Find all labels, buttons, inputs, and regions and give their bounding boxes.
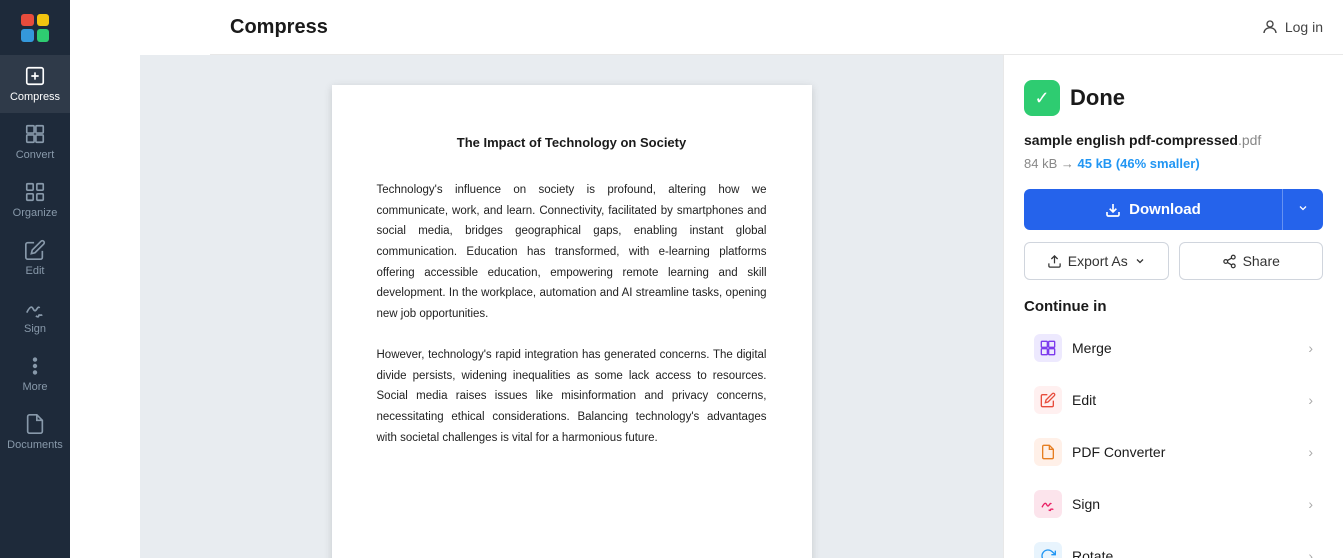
done-header: ✓ Done xyxy=(1024,80,1323,116)
sidebar-item-edit-label: Edit xyxy=(26,265,45,277)
sidebar-item-convert[interactable]: Convert xyxy=(0,113,70,171)
continue-item-edit[interactable]: Edit › xyxy=(1024,375,1323,425)
sidebar-item-edit[interactable]: Edit xyxy=(0,229,70,287)
login-button[interactable]: Log in xyxy=(1261,18,1323,36)
download-label: Download xyxy=(1129,201,1201,218)
sign-icon xyxy=(24,297,46,319)
login-label: Log in xyxy=(1285,19,1323,35)
continue-item-pdf-converter[interactable]: PDF Converter › xyxy=(1024,427,1323,477)
pdf-paragraph-1: Technology's influence on society is pro… xyxy=(377,180,767,325)
edit-continue-label: Edit xyxy=(1072,392,1298,408)
sidebar-item-organize-label: Organize xyxy=(13,207,58,219)
pdf-converter-icon xyxy=(1034,438,1062,466)
chevron-down-icon xyxy=(1297,202,1309,214)
rotate-arrow: › xyxy=(1308,548,1313,558)
merge-icon xyxy=(1034,334,1062,362)
file-size-row: 84 kB → 45 kB (46% smaller) xyxy=(1024,156,1323,171)
share-icon xyxy=(1222,254,1237,269)
pdf-converter-arrow: › xyxy=(1308,444,1313,460)
sidebar-item-compress[interactable]: Compress xyxy=(0,55,70,113)
organize-icon xyxy=(24,181,46,203)
file-name-main: sample english pdf-compressed xyxy=(1024,132,1238,148)
file-size-percent: (46% smaller) xyxy=(1116,156,1200,171)
sidebar-item-convert-label: Convert xyxy=(16,149,55,161)
sidebar-item-sign[interactable]: Sign xyxy=(0,287,70,345)
pdf-converter-label: PDF Converter xyxy=(1072,444,1298,460)
compress-icon xyxy=(24,65,46,87)
continue-item-rotate[interactable]: Rotate › xyxy=(1024,531,1323,558)
continue-item-merge[interactable]: Merge › xyxy=(1024,323,1323,373)
done-title: Done xyxy=(1070,85,1125,111)
pdf-document-title: The Impact of Technology on Society xyxy=(377,135,767,150)
export-as-label: Export As xyxy=(1068,253,1128,269)
page-title: Compress xyxy=(230,16,328,39)
continue-title: Continue in xyxy=(1024,298,1323,315)
export-as-button[interactable]: Export As xyxy=(1024,242,1169,280)
right-panel: ✓ Done sample english pdf-compressed.pdf… xyxy=(1003,55,1343,558)
sidebar: Compress Convert Organize xyxy=(0,0,70,558)
file-name-row: sample english pdf-compressed.pdf xyxy=(1024,132,1323,150)
more-icon xyxy=(24,355,46,377)
pdf-page: The Impact of Technology on Society Tech… xyxy=(332,85,812,558)
edit-arrow: › xyxy=(1308,392,1313,408)
documents-icon xyxy=(24,413,46,435)
sign-arrow: › xyxy=(1308,496,1313,512)
edit-icon xyxy=(24,239,46,261)
done-icon: ✓ xyxy=(1024,80,1060,116)
content-area: The Impact of Technology on Society Tech… xyxy=(140,55,1343,558)
sidebar-item-compress-label: Compress xyxy=(10,91,60,103)
user-icon xyxy=(1261,18,1279,36)
download-dropdown-button[interactable] xyxy=(1282,189,1323,230)
sidebar-item-documents-label: Documents xyxy=(7,439,63,451)
sidebar-item-sign-label: Sign xyxy=(24,323,46,335)
share-label: Share xyxy=(1243,253,1280,269)
main-wrapper: Compress Log in The Impact of Technology… xyxy=(140,0,1343,558)
edit-continue-icon xyxy=(1034,386,1062,414)
app-logo xyxy=(0,0,70,55)
file-name-ext: .pdf xyxy=(1238,132,1261,148)
sidebar-item-documents[interactable]: Documents xyxy=(0,403,70,461)
export-icon xyxy=(1047,254,1062,269)
sidebar-item-more[interactable]: More xyxy=(0,345,70,403)
sidebar-item-more-label: More xyxy=(22,381,47,393)
share-button[interactable]: Share xyxy=(1179,242,1324,280)
action-row: Export As Share xyxy=(1024,242,1323,280)
export-chevron-icon xyxy=(1134,255,1146,267)
pdf-preview-area: The Impact of Technology on Society Tech… xyxy=(140,55,1003,558)
download-button-wrapper: Download xyxy=(1024,189,1323,230)
sidebar-item-organize[interactable]: Organize xyxy=(0,171,70,229)
sign-continue-icon xyxy=(1034,490,1062,518)
file-size-compressed: 45 kB xyxy=(1078,156,1113,171)
rotate-icon xyxy=(1034,542,1062,558)
download-button[interactable]: Download xyxy=(1024,189,1282,230)
sign-continue-label: Sign xyxy=(1072,496,1298,512)
file-size-arrow: → xyxy=(1061,156,1078,171)
pdf-paragraph-2: However, technology's rapid integration … xyxy=(377,345,767,448)
file-size-original: 84 kB xyxy=(1024,156,1057,171)
convert-icon xyxy=(24,123,46,145)
download-icon xyxy=(1105,202,1121,218)
rotate-label: Rotate xyxy=(1072,548,1298,558)
continue-item-sign[interactable]: Sign › xyxy=(1024,479,1323,529)
merge-arrow: › xyxy=(1308,340,1313,356)
merge-label: Merge xyxy=(1072,340,1298,356)
topbar: Compress Log in xyxy=(210,0,1343,55)
